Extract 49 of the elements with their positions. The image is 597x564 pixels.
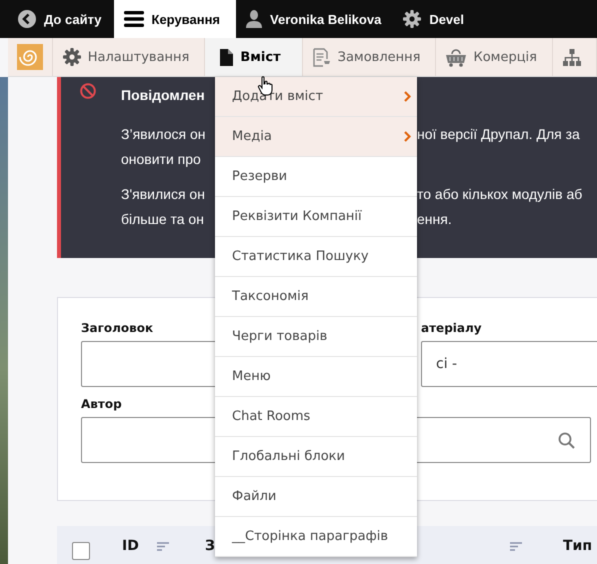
menu-item[interactable]: Таксономія (215, 277, 417, 317)
message-title: Повідомлен (121, 86, 205, 105)
menu-item[interactable]: __Сторінка параграфів (215, 517, 417, 557)
toolbar-tab[interactable]: До сайту (8, 0, 114, 38)
menu-item[interactable]: Глобальні блоки (215, 437, 417, 477)
toolbar-tab[interactable]: Devel (393, 0, 476, 38)
message-text: З'явилися он (121, 185, 205, 204)
menu-item[interactable]: Статистика Пошуку (215, 237, 417, 277)
message-text: то або кількох модулів аб (417, 185, 582, 204)
document-cart-icon (312, 48, 331, 66)
spiral-logo-icon (16, 44, 43, 70)
tray-tab[interactable]: Вміст (205, 38, 303, 76)
menu-item[interactable]: Меню (215, 357, 417, 397)
chevron-right-icon (404, 91, 411, 102)
toolbar-tab[interactable]: Керування (114, 0, 236, 38)
menu-item[interactable]: Файли (215, 477, 417, 517)
field-label: атеріалу (421, 321, 482, 337)
select-all-checkbox[interactable] (72, 542, 90, 560)
message-text: більше та он (121, 210, 204, 229)
toolbar-tab[interactable]: Veronika Belikova (236, 0, 394, 38)
user-icon (246, 10, 262, 28)
sort-icon (510, 542, 522, 550)
menu-item[interactable]: Черги товарів (215, 317, 417, 357)
message-text: оновити про (121, 150, 201, 169)
chevron-right-icon (404, 131, 411, 142)
menu-item[interactable]: Резерви (215, 157, 417, 197)
menu-item[interactable]: Медіа (215, 117, 417, 157)
sitemap-icon (563, 48, 581, 66)
tray-tab[interactable]: Комерція (436, 38, 553, 76)
menu-item[interactable]: Реквізити Компанії (215, 197, 417, 237)
blocked-icon (80, 83, 96, 99)
search-icon (558, 432, 575, 448)
column-header[interactable]: Тип (563, 538, 592, 554)
field-label: Заголовок (81, 321, 154, 337)
message-text: ної версії Друпал. Для за (417, 125, 580, 144)
type-select[interactable]: сі - (421, 341, 597, 387)
sort-icon (156, 542, 169, 550)
menu-icon (124, 11, 144, 27)
column-header[interactable]: З (205, 538, 215, 554)
field-label: Автор (81, 397, 122, 413)
gear-icon (403, 10, 422, 28)
basket-icon (446, 48, 466, 66)
menu-item[interactable]: Chat Rooms (215, 397, 417, 437)
message-text: ення. (417, 210, 452, 229)
column-header[interactable]: ID (122, 538, 139, 554)
gear-icon (62, 48, 81, 66)
file-icon (220, 48, 234, 66)
tray-tab[interactable]: Замовлення (302, 38, 436, 76)
message-text: З’явилося он (121, 125, 206, 144)
